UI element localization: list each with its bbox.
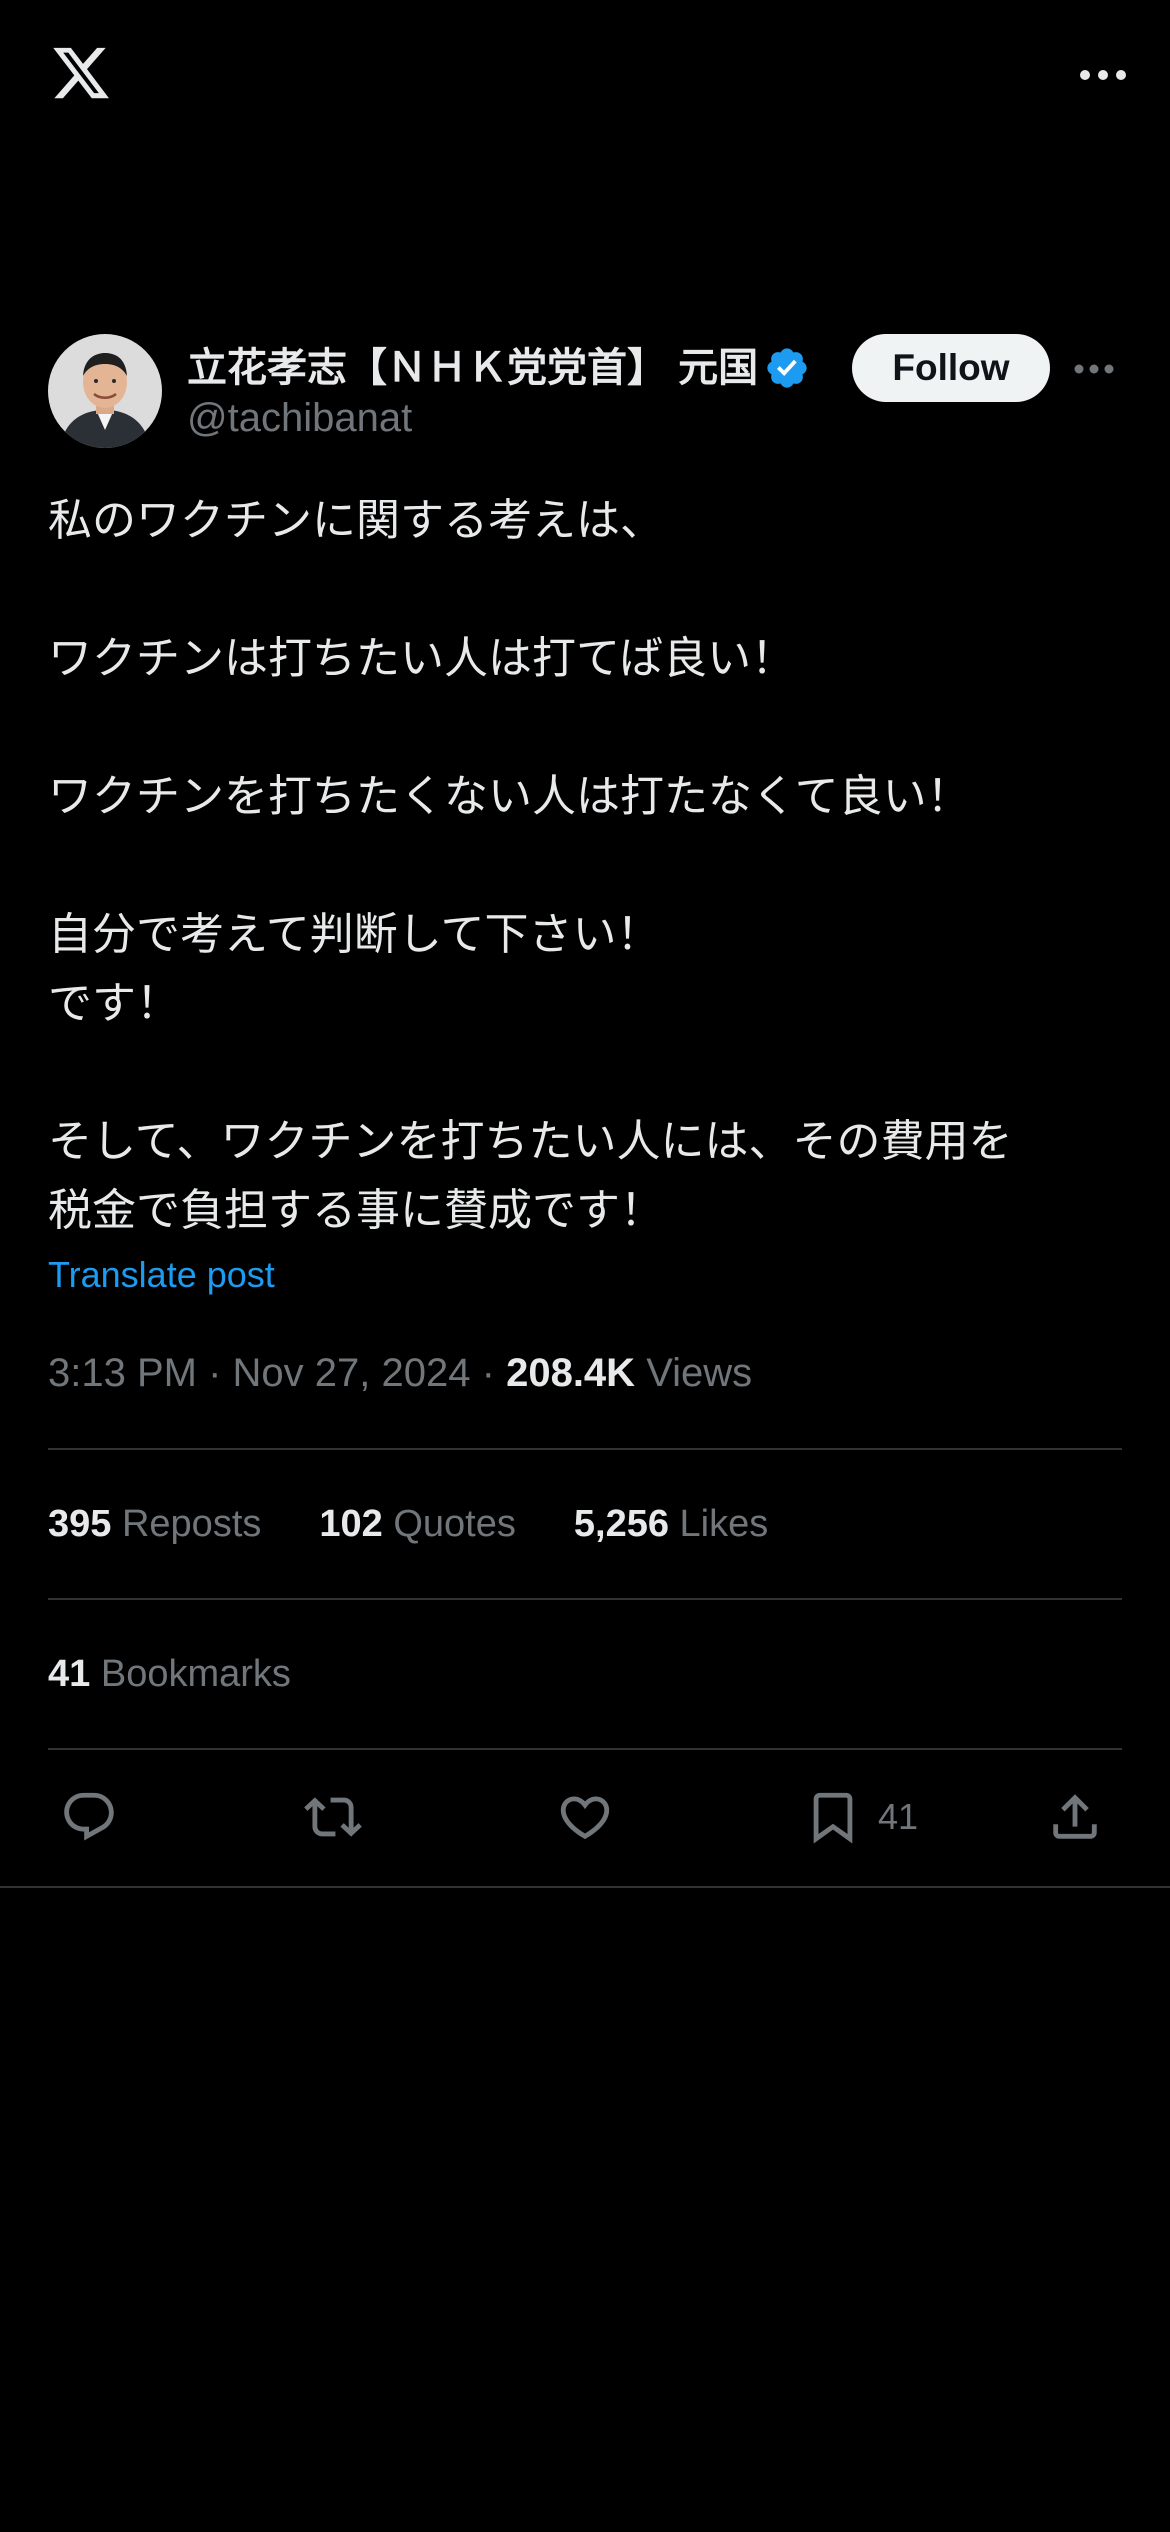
reply-button[interactable] (60, 1782, 118, 1852)
post-time[interactable]: 3:13 PM (48, 1351, 197, 1395)
more-horizontal-icon (1080, 70, 1126, 80)
quotes-count: 102 (319, 1502, 383, 1545)
share-icon (1053, 1794, 1097, 1839)
bookmarks-count: 41 (48, 1652, 91, 1695)
likes-stat[interactable]: 5,256 Likes (574, 1503, 768, 1546)
bookmark-count: 41 (878, 1796, 919, 1837)
post-line: 税金で負担する事に賛成です！ (48, 1185, 664, 1236)
repost-button[interactable] (304, 1782, 362, 1852)
reposts-count: 395 (48, 1502, 112, 1545)
reply-icon (64, 1792, 114, 1841)
reposts-label: Reposts (121, 1502, 262, 1545)
post-line: 私のワクチンに関する考えは、 (48, 495, 664, 546)
meta-separator: · (481, 1351, 495, 1395)
reposts-stat[interactable]: 395 Reposts (48, 1503, 261, 1546)
bookmark-icon (813, 1792, 853, 1844)
x-logo-icon[interactable] (48, 42, 114, 104)
views-count: 208.4K (506, 1351, 636, 1395)
post-author: 立花孝志【ＮＨＫ党党首】 元国 @tachibanat Follow (48, 332, 1122, 450)
quotes-label: Quotes (393, 1502, 516, 1545)
translate-post-link[interactable]: Translate post (48, 1250, 275, 1300)
share-button[interactable] (1046, 1782, 1104, 1852)
likes-label: Likes (679, 1502, 769, 1545)
post-line: ワクチンを打ちたくない人は打たなくて良い！ (48, 771, 971, 822)
post-line: そして、ワクチンを打ちたい人には、その費用を (48, 1116, 1013, 1167)
engagement-stats: 395 Reposts 102 Quotes 5,256 Likes (48, 1494, 826, 1554)
quotes-stat[interactable]: 102 Quotes (319, 1503, 516, 1546)
post-meta: 3:13 PM · Nov 27, 2024 · 208.4K Views (48, 1345, 752, 1401)
post-more-button[interactable] (1066, 352, 1122, 386)
avatar[interactable] (48, 334, 162, 448)
name-line: 立花孝志【ＮＨＫ党党首】 元国 (187, 338, 867, 398)
heart-icon (560, 1796, 610, 1840)
likes-count: 5,256 (573, 1502, 669, 1545)
post-line: です！ (48, 978, 180, 1029)
action-bar: 41 (48, 1762, 1122, 1874)
verified-badge-icon[interactable] (764, 345, 810, 391)
bookmark-button[interactable]: 41 (804, 1782, 918, 1852)
divider (48, 1448, 1122, 1450)
bookmarks-stats: 41 Bookmarks (48, 1644, 349, 1704)
more-options-button[interactable] (1038, 52, 1128, 98)
divider (48, 1598, 1122, 1600)
author-handle[interactable]: @tachibanat (187, 390, 412, 446)
divider (48, 1748, 1122, 1750)
post-date[interactable]: Nov 27, 2024 (233, 1351, 471, 1395)
post-line: 自分で考えて判断して下さい！ (48, 909, 661, 960)
like-button[interactable] (556, 1782, 614, 1852)
views-label: Views (646, 1351, 753, 1395)
meta-separator: · (208, 1351, 222, 1395)
bookmarks-label: Bookmarks (100, 1652, 291, 1695)
display-name[interactable]: 立花孝志【ＮＨＫ党党首】 元国 (187, 338, 758, 398)
top-bar (0, 0, 1170, 150)
bookmarks-stat[interactable]: 41 Bookmarks (48, 1653, 291, 1696)
post-line: ワクチンは打ちたい人は打てば良い！ (48, 633, 796, 684)
repost-icon (304, 1797, 362, 1837)
post-text: 私のワクチンに関する考えは、 ワクチンは打ちたい人は打てば良い！ ワクチンを打ち… (48, 486, 1128, 1245)
more-horizontal-icon (1074, 364, 1114, 374)
follow-button[interactable]: Follow (852, 334, 1050, 402)
post-bottom-border (0, 1886, 1170, 1888)
